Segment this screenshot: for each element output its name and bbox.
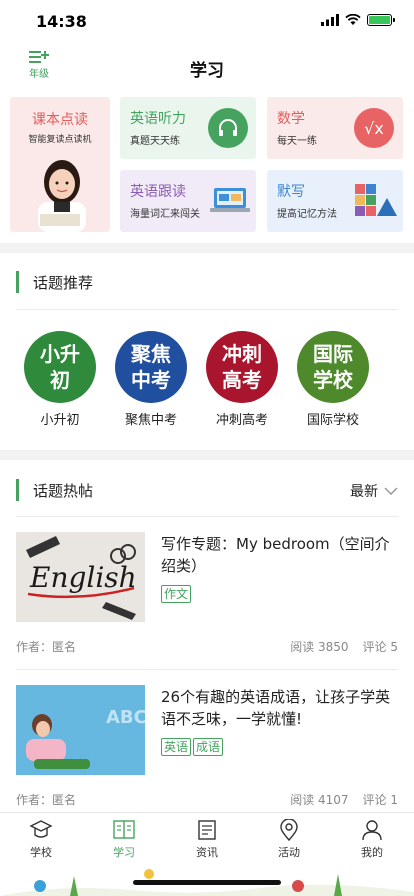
section-divider	[0, 450, 414, 460]
post-title: 26个有趣的英语成语，让孩子学英语不乏味，一学就懂!	[161, 688, 391, 728]
topic-zhongkao[interactable]: 聚焦中考 聚焦中考	[115, 331, 187, 428]
section-title: 话题热帖	[33, 481, 94, 500]
card-subtitle: 海量词汇来闯关	[130, 209, 200, 220]
topics-section-header: 话题推荐	[16, 271, 93, 293]
topic-circle-text: 小升初	[40, 342, 80, 392]
post-tags: 作文	[161, 585, 192, 603]
post-tag: 英语	[161, 738, 192, 756]
post-reads: 阅读 3850	[290, 640, 349, 654]
post-tag: 成语	[193, 738, 224, 756]
tab-bar-decoration	[0, 869, 414, 896]
math-card[interactable]: 数学 每天一练 √x	[267, 97, 403, 159]
topic-gaokao[interactable]: 冲刺高考 冲刺高考	[206, 331, 278, 428]
signal-icon	[321, 14, 339, 26]
thumb-text: English	[29, 561, 137, 594]
hot-posts-section-header: 话题热帖	[16, 479, 93, 501]
card-title: 默写	[277, 184, 305, 200]
student-illustration	[38, 160, 86, 232]
tab-activity[interactable]: 活动	[259, 819, 319, 860]
location-pin-icon	[280, 819, 298, 841]
news-icon	[198, 820, 216, 840]
english-listening-card[interactable]: 英语听力 真题天天练	[120, 97, 256, 159]
card-title: 数学	[277, 111, 305, 127]
card-subtitle: 智能复读点读机	[28, 135, 92, 145]
divider-line	[16, 669, 398, 670]
sort-label: 最新	[350, 484, 378, 500]
card-title: 英语听力	[130, 111, 186, 127]
topic-circle: 冲刺高考	[206, 331, 278, 403]
status-bar: 14:38	[0, 0, 414, 44]
topic-circle-text: 国际学校	[313, 342, 353, 392]
tab-label: 学校	[30, 846, 52, 859]
mortarboard-icon	[29, 820, 53, 838]
post-tags: 英语 成语	[161, 738, 224, 756]
card-title: 课本点读	[32, 112, 88, 128]
topic-label: 国际学校	[306, 413, 359, 428]
status-icons	[321, 14, 395, 26]
post-tag: 作文	[161, 585, 192, 603]
tab-label: 活动	[278, 846, 300, 859]
topic-international-school[interactable]: 国际学校 国际学校	[297, 331, 369, 428]
section-divider	[0, 243, 414, 253]
topic-circle: 小升初	[24, 331, 96, 403]
section-title: 话题推荐	[33, 273, 94, 292]
post-meta: 作者：匿名 阅读 3850 评论 5	[16, 638, 398, 655]
post-title: 写作专题：My bedroom（空间介绍类）	[161, 535, 390, 575]
topic-xiaoshengchu[interactable]: 小升初 小升初	[24, 331, 96, 428]
topic-circle-text: 冲刺高考	[222, 342, 262, 392]
card-title: 英语跟读	[130, 184, 186, 200]
divider-line	[16, 309, 398, 310]
post-thumbnail: ABC	[16, 685, 145, 775]
section-accent-bar	[16, 479, 19, 501]
tab-school[interactable]: 学校	[11, 819, 71, 860]
english-follow-read-card[interactable]: 英语跟读 海量词汇来闯关	[120, 170, 256, 232]
topic-label: 冲刺高考	[215, 413, 268, 428]
wifi-icon	[345, 14, 361, 25]
home-indicator	[133, 880, 281, 885]
card-subtitle: 真题天天练	[130, 136, 180, 147]
post-comments: 评论 5	[362, 640, 398, 654]
tab-label: 资讯	[196, 846, 218, 859]
post-author: 作者：匿名	[16, 640, 77, 654]
number-blocks-icon	[355, 184, 397, 216]
topic-circle: 聚焦中考	[115, 331, 187, 403]
tab-label: 我的	[361, 846, 383, 859]
tab-mine[interactable]: 我的	[342, 819, 402, 860]
page-title: 学习	[190, 61, 224, 81]
sort-dropdown[interactable]: 最新	[350, 481, 398, 501]
headphones-icon	[208, 108, 248, 148]
tab-label: 学习	[113, 846, 135, 859]
person-icon	[362, 820, 382, 841]
book-icon	[113, 820, 135, 839]
topic-circle-text: 聚焦中考	[131, 342, 171, 392]
divider-line	[16, 516, 398, 517]
textbook-reading-card[interactable]: 课本点读 智能复读点读机	[10, 97, 110, 232]
section-accent-bar	[16, 271, 19, 293]
tab-news[interactable]: 资讯	[177, 819, 237, 860]
thumb-text: ABC	[106, 707, 145, 728]
tab-study[interactable]: 学习	[94, 819, 154, 860]
laptop-icon	[210, 188, 250, 212]
nav-bar: 年级 学习	[0, 44, 414, 88]
battery-icon	[367, 14, 395, 26]
topic-circle: 国际学校	[297, 331, 369, 403]
card-subtitle: 提高记忆方法	[277, 209, 337, 220]
post-meta: 作者：匿名 阅读 4107 评论 1	[16, 791, 398, 808]
sqrt-icon: √x	[354, 108, 394, 148]
post-author: 作者：匿名	[16, 793, 77, 807]
feature-grid: 课本点读 智能复读点读机 英语听力 真题天天练 数学 每天一练 √x 英语跟读 …	[10, 97, 404, 234]
card-subtitle: 每天一练	[277, 136, 317, 147]
chevron-down-icon	[384, 487, 398, 495]
status-time: 14:38	[36, 12, 87, 31]
post-comments: 评论 1	[362, 793, 398, 807]
topic-label: 小升初	[40, 413, 80, 428]
post-reads: 阅读 4107	[290, 793, 349, 807]
topic-label: 聚焦中考	[124, 413, 177, 428]
post-thumbnail: English	[16, 532, 145, 622]
dictation-card[interactable]: 默写 提高记忆方法	[267, 170, 403, 232]
